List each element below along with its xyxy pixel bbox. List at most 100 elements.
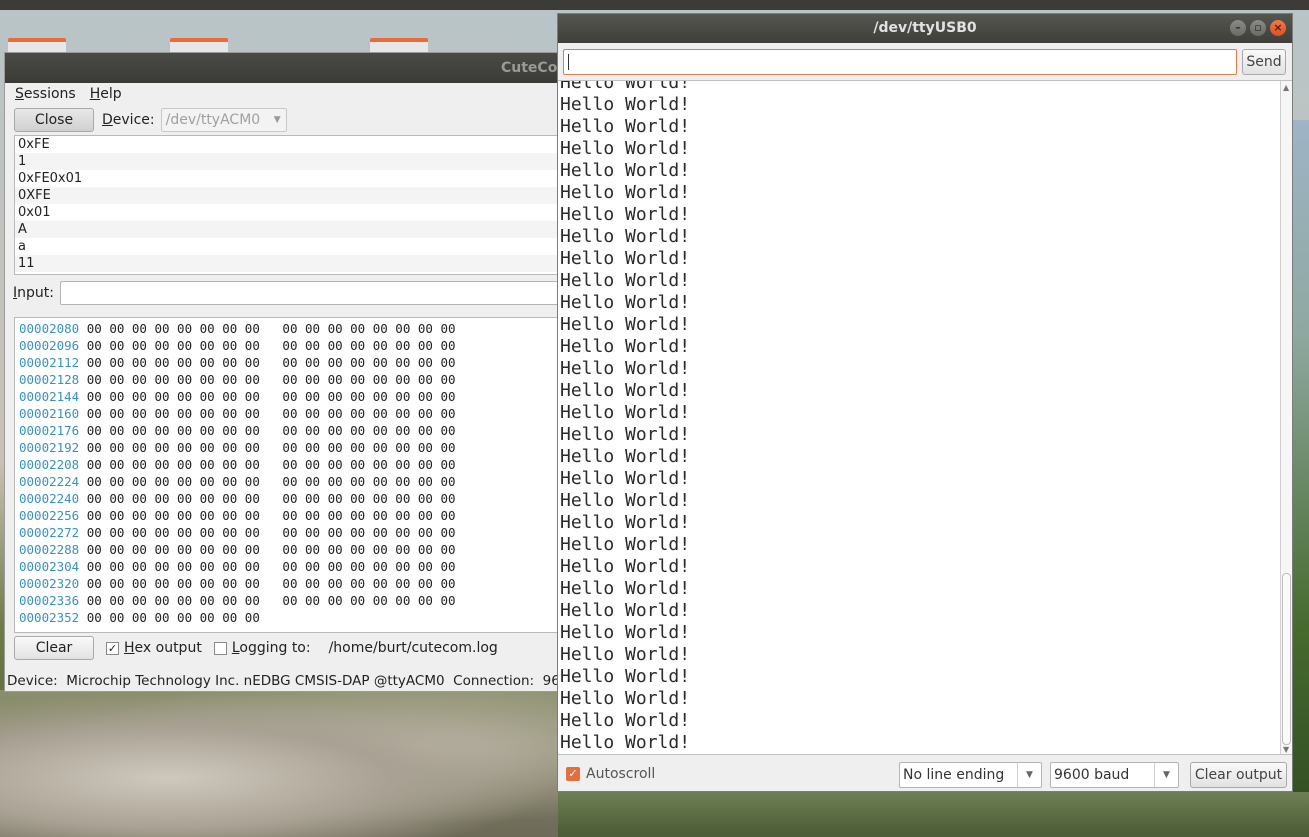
serial-output-line: Hello World!: [560, 94, 691, 115]
scroll-down-icon[interactable]: ▼: [1283, 745, 1289, 754]
logging-toggle[interactable]: Logging to:: [213, 640, 311, 656]
input-field[interactable]: [59, 281, 560, 305]
clear-output-button[interactable]: Clear output: [1190, 762, 1287, 788]
hex-output-checkbox[interactable]: ✓: [106, 641, 119, 655]
clear-button[interactable]: Clear: [14, 636, 94, 660]
hex-bytes: 00 00 00 00 00 00 00 00 00 00 00 00 00 0…: [86, 338, 456, 353]
serial-output-line: Hello World!: [560, 644, 691, 665]
serial-monitor-titlebar[interactable]: /dev/ttyUSB0 – ▫ ×: [558, 14, 1292, 43]
line-ending-select[interactable]: No line ending ▼: [899, 762, 1042, 788]
close-button[interactable]: Close: [14, 108, 94, 132]
device-combo[interactable]: /dev/ttyACM0 ▼: [160, 108, 287, 132]
window-title: /dev/ttyUSB0: [873, 20, 977, 36]
hex-row: 00002256 00 00 00 00 00 00 00 00 00 00 0…: [19, 507, 563, 524]
close-icon[interactable]: ×: [1270, 20, 1286, 36]
send-button[interactable]: Send: [1242, 49, 1286, 75]
serial-output-line: Hello World!: [560, 732, 691, 753]
autoscroll-toggle[interactable]: ✓ Autoscroll: [566, 766, 655, 782]
hex-bytes: 00 00 00 00 00 00 00 00 00 00 00 00 00 0…: [86, 457, 456, 472]
history-item[interactable]: 11: [15, 255, 563, 272]
history-item[interactable]: 0xFE0x01: [15, 170, 563, 187]
serial-output-line: Hello World!: [560, 182, 691, 203]
desktop-wallpaper: [558, 792, 1309, 837]
line-ending-value: No line ending: [903, 767, 1005, 783]
baud-value: 9600 baud: [1054, 767, 1130, 783]
serial-output-line: Hello World!: [560, 248, 691, 269]
hex-row: 00002240 00 00 00 00 00 00 00 00 00 00 0…: [19, 490, 563, 507]
hex-bytes: 00 00 00 00 00 00 00 00 00 00 00 00 00 0…: [86, 406, 456, 421]
hex-bytes: 00 00 00 00 00 00 00 00 00 00 00 00 00 0…: [86, 389, 456, 404]
hex-row: 00002320 00 00 00 00 00 00 00 00 00 00 0…: [19, 575, 563, 592]
serial-output-line: Hello World!: [560, 446, 691, 467]
hex-bytes: 00 00 00 00 00 00 00 00: [86, 610, 260, 625]
command-history-list[interactable]: 0xFE10xFE0x010XFE0x01Aa11b: [14, 135, 563, 275]
cutecom-window: CuteCom Sessions Help Close Device: /dev…: [4, 52, 564, 692]
window-controls: – ▫ ×: [1230, 20, 1286, 36]
serial-output-line: Hello World!: [560, 556, 691, 577]
serial-output-line: Hello World!: [560, 336, 691, 357]
hex-row: 00002176 00 00 00 00 00 00 00 00 00 00 0…: [19, 422, 563, 439]
logging-checkbox[interactable]: [213, 641, 227, 655]
history-item[interactable]: 0x01: [15, 204, 563, 221]
hex-address: 00002112: [19, 355, 80, 370]
history-item[interactable]: a: [15, 238, 563, 255]
hex-bytes: 00 00 00 00 00 00 00 00 00 00 00 00 00 0…: [86, 321, 456, 336]
baud-rate-select[interactable]: 9600 baud ▼: [1050, 762, 1179, 788]
hex-address: 00002288: [19, 542, 80, 557]
hex-bytes: 00 00 00 00 00 00 00 00 00 00 00 00 00 0…: [86, 440, 456, 455]
minimize-icon[interactable]: –: [1230, 20, 1246, 36]
hex-address: 00002208: [19, 457, 80, 472]
hex-row: 00002272 00 00 00 00 00 00 00 00 00 00 0…: [19, 524, 563, 541]
hex-output-label: Hex output: [124, 640, 202, 656]
hex-output-view[interactable]: 00002080 00 00 00 00 00 00 00 00 00 00 0…: [14, 317, 563, 633]
send-input[interactable]: [563, 49, 1237, 75]
serial-output-line: Hello World!: [560, 424, 691, 445]
send-row: Send: [563, 49, 1286, 75]
hex-bytes: 00 00 00 00 00 00 00 00 00 00 00 00 00 0…: [86, 559, 456, 574]
hex-row: 00002080 00 00 00 00 00 00 00 00 00 00 0…: [19, 320, 563, 337]
hex-row: 00002160 00 00 00 00 00 00 00 00 00 00 0…: [19, 405, 563, 422]
hex-address: 00002320: [19, 576, 80, 591]
history-item[interactable]: A: [15, 221, 563, 238]
hex-bytes: 00 00 00 00 00 00 00 00 00 00 00 00 00 0…: [86, 491, 456, 506]
serial-output-line: Hello World!: [560, 402, 691, 423]
device-label: Device:: [102, 112, 155, 128]
history-item[interactable]: 0XFE: [15, 187, 563, 204]
serial-output-line: Hello World!: [560, 138, 691, 159]
scrollbar-thumb[interactable]: [1282, 573, 1291, 745]
cutecom-titlebar[interactable]: CuteCom: [5, 53, 563, 83]
serial-output-line: Hello World!: [560, 116, 691, 137]
hex-row: 00002128 00 00 00 00 00 00 00 00 00 00 0…: [19, 371, 563, 388]
serial-output-line: Hello World!: [560, 578, 691, 599]
serial-output-line: Hello World!: [560, 688, 691, 709]
hex-address: 00002304: [19, 559, 80, 574]
hex-address: 00002272: [19, 525, 80, 540]
vertical-scrollbar[interactable]: ▲ ▼: [1280, 81, 1292, 754]
maximize-icon[interactable]: ▫: [1250, 20, 1266, 36]
chevron-down-icon: ▼: [273, 115, 281, 125]
serial-output-line: Hello World!: [560, 380, 691, 401]
hex-bytes: 00 00 00 00 00 00 00 00 00 00 00 00 00 0…: [86, 355, 456, 370]
hex-bytes: 00 00 00 00 00 00 00 00 00 00 00 00 00 0…: [86, 372, 456, 387]
hex-row: 00002336 00 00 00 00 00 00 00 00 00 00 0…: [19, 592, 563, 609]
serial-output-line: Hello World!: [560, 314, 691, 335]
menu-help[interactable]: Help: [90, 86, 122, 102]
history-item[interactable]: b: [15, 272, 563, 274]
logging-label: Logging to:: [231, 640, 311, 656]
hex-address: 00002352: [19, 610, 80, 625]
hex-output-toggle[interactable]: ✓ Hex output: [106, 640, 202, 656]
hex-row: 00002192 00 00 00 00 00 00 00 00 00 00 0…: [19, 439, 563, 456]
hex-row: 00002224 00 00 00 00 00 00 00 00 00 00 0…: [19, 473, 563, 490]
serial-output-line: Hello World!: [560, 600, 691, 621]
menu-bar: Sessions Help: [5, 83, 563, 105]
autoscroll-label: Autoscroll: [586, 766, 656, 782]
history-item[interactable]: 1: [15, 153, 563, 170]
serial-output[interactable]: Hello World! Hello World! Hello World! Hell…: [558, 80, 1292, 755]
hex-row: 00002352 00 00 00 00 00 00 00 00: [19, 609, 563, 626]
history-item[interactable]: 0xFE: [15, 136, 563, 153]
autoscroll-checkbox[interactable]: ✓: [566, 767, 580, 781]
scroll-up-icon[interactable]: ▲: [1283, 83, 1289, 92]
hex-bytes: 00 00 00 00 00 00 00 00 00 00 00 00 00 0…: [86, 525, 456, 540]
text-caret: [568, 54, 569, 70]
menu-sessions[interactable]: Sessions: [15, 86, 76, 102]
